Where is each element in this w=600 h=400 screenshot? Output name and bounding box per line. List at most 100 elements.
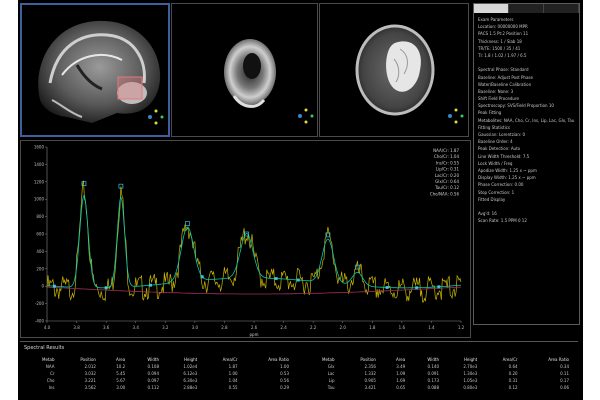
table-cell: 10.2 bbox=[116, 364, 126, 369]
table-cell: 3.221 bbox=[84, 378, 96, 383]
table-cell: 0.55 bbox=[228, 385, 238, 390]
column-header[interactable]: Width bbox=[128, 356, 162, 363]
axial-roi-image bbox=[355, 24, 464, 124]
parameter-line: TI: 1.8 / 1.02 / 1.97 / 6.5 bbox=[478, 52, 527, 58]
roi-rectangle[interactable] bbox=[117, 76, 143, 100]
x-tick-label: 1.8 bbox=[369, 325, 376, 330]
y-tick-label: -200 bbox=[35, 301, 45, 306]
table-row[interactable]: Ins 3.562 3.00 0.112 2.88e3 0.55 0.29 bbox=[22, 384, 292, 391]
panel-tab-bar bbox=[474, 4, 579, 13]
table-cell: 6.12e3 bbox=[183, 371, 198, 376]
table-cell: 0.20 bbox=[508, 371, 518, 376]
fit-marker bbox=[274, 277, 278, 281]
table-cell: 3.562 bbox=[84, 385, 96, 390]
y-tick-label: 1400 bbox=[34, 162, 45, 167]
table-cell: Lac bbox=[327, 371, 335, 376]
x-tick-label: 4.0 bbox=[44, 325, 51, 330]
fitted-spectrum-line bbox=[47, 195, 462, 289]
column-header[interactable]: Area Ratio bbox=[241, 356, 292, 363]
table-cell: 0.64 bbox=[508, 364, 518, 369]
y-tick-label: 200 bbox=[36, 266, 44, 271]
table-cell: 6.30e3 bbox=[183, 378, 198, 383]
viewport-sagittal[interactable] bbox=[20, 3, 170, 137]
parameter-line: Line Width Threshold: 7.5 bbox=[478, 153, 530, 159]
peak-marker[interactable] bbox=[185, 221, 190, 226]
parameter-line: Spectral Phase: Standard bbox=[478, 67, 529, 73]
table-cell: 2.012 bbox=[84, 364, 96, 369]
table-cell: 0.091 bbox=[427, 371, 439, 376]
panel-tab-3[interactable] bbox=[544, 4, 579, 13]
parameter-line: Shift Field Procedure bbox=[478, 96, 519, 102]
fit-marker bbox=[104, 286, 108, 290]
column-header[interactable]: Area bbox=[99, 356, 128, 363]
table-cell: Glx bbox=[327, 364, 335, 369]
panel-tab-2[interactable] bbox=[509, 4, 544, 13]
parameter-line: Location: 00000000 MPR bbox=[478, 24, 528, 30]
table-row[interactable]: Glx 2.356 3.49 0.140 2.70e3 0.64 0.34 bbox=[302, 363, 572, 370]
parameter-line: Baseline: Adjust Post Phase bbox=[478, 74, 533, 80]
table-row[interactable]: Cho 3.221 5.67 0.097 6.30e3 1.04 0.56 bbox=[22, 377, 292, 384]
table-cell: 2.356 bbox=[364, 364, 376, 369]
x-tick-label: 2.6 bbox=[251, 325, 258, 330]
fit-marker bbox=[437, 285, 441, 289]
y-tick-label: 400 bbox=[36, 249, 44, 254]
table-row[interactable]: Cr 3.032 5.45 0.094 6.12e3 1.00 0.53 bbox=[22, 370, 292, 377]
column-header[interactable]: Area/Cr bbox=[480, 356, 520, 363]
table-cell: 3.49 bbox=[396, 364, 406, 369]
column-header[interactable]: Width bbox=[408, 356, 442, 363]
orientation-cube bbox=[298, 108, 314, 124]
column-header[interactable]: Position bbox=[58, 356, 99, 363]
viewport-axial-roi[interactable] bbox=[319, 3, 469, 137]
table-cell: 0.29 bbox=[280, 385, 289, 390]
results-table-right: Metab Position Area Width Height Area/Cr Area … bbox=[302, 356, 572, 391]
x-tick-label: 3.4 bbox=[133, 325, 140, 330]
table-row[interactable]: Lac 1.332 1.09 0.091 1.30e3 0.20 0.11 bbox=[302, 370, 572, 377]
spectrum-plot[interactable]: 1600 1400 1200 1000 800 600 400 200 0 -200 -400 4.0… bbox=[20, 140, 471, 338]
table-cell: Cr bbox=[50, 371, 55, 376]
results-title: Spectral Results bbox=[24, 345, 65, 351]
table-cell: 0.173 bbox=[427, 378, 439, 383]
parameter-line: Peak Fitting bbox=[478, 110, 502, 116]
x-tick-label: 2.4 bbox=[280, 325, 287, 330]
table-cell: 1.87 bbox=[228, 364, 238, 369]
table-cell: 1.02e4 bbox=[183, 364, 198, 369]
table-cell: Tau bbox=[327, 385, 335, 390]
table-cell: 0.80e3 bbox=[463, 385, 478, 390]
legend-entry: Cho/Cr: 1.04 bbox=[434, 154, 459, 159]
table-cell: 5.45 bbox=[116, 371, 126, 376]
column-header[interactable]: Height bbox=[162, 356, 200, 363]
parameter-line: Baseline: None: 3 bbox=[478, 88, 514, 94]
parameter-line: Display Width: 1.25 x ~ ppm bbox=[478, 175, 536, 181]
parameter-line: Thickness: 1 / Slab 18 bbox=[478, 38, 522, 44]
column-header[interactable]: Area Ratio bbox=[521, 356, 572, 363]
table-row[interactable]: Lip 0.905 1.69 0.173 1.05e3 0.31 0.17 bbox=[302, 377, 572, 384]
panel-tab-1[interactable] bbox=[474, 4, 509, 13]
table-cell: 5.67 bbox=[116, 378, 126, 383]
table-cell: 0.11 bbox=[560, 371, 569, 376]
column-header[interactable]: Metab bbox=[22, 356, 58, 363]
viewport-axial-low[interactable] bbox=[171, 3, 318, 137]
column-header[interactable]: Height bbox=[442, 356, 480, 363]
legend-entry: Cho/NAA: 0.56 bbox=[430, 191, 460, 196]
orientation-cube bbox=[148, 109, 164, 125]
table-row[interactable]: NAA 2.012 10.2 0.108 1.02e4 1.87 1.00 bbox=[22, 363, 292, 370]
table-cell: 2.88e3 bbox=[183, 385, 198, 390]
table-cell: 0.108 bbox=[147, 364, 159, 369]
table-row[interactable]: Tau 3.421 0.65 0.088 0.80e3 0.12 0.06 bbox=[302, 384, 572, 391]
fit-marker bbox=[296, 278, 300, 282]
column-header[interactable]: Metab bbox=[302, 356, 338, 363]
table-cell: Lip bbox=[328, 378, 335, 383]
column-header[interactable]: Area bbox=[379, 356, 408, 363]
table-cell: 1.69 bbox=[396, 378, 406, 383]
parameter-line: Peak Detection: Auto bbox=[478, 146, 521, 152]
table-cell: 0.56 bbox=[280, 378, 289, 383]
x-tick-label: 3.6 bbox=[103, 325, 110, 330]
table-cell: 0.112 bbox=[147, 385, 159, 390]
results-panel: Spectral Results Metab Position Area Width H… bbox=[20, 341, 578, 400]
table-cell: 1.05e3 bbox=[463, 378, 478, 383]
fit-marker bbox=[385, 285, 389, 289]
column-header[interactable]: Position bbox=[338, 356, 379, 363]
table-cell: 0.06 bbox=[560, 385, 569, 390]
table-cell: 0.34 bbox=[560, 364, 569, 369]
column-header[interactable]: Area/Cr bbox=[200, 356, 240, 363]
